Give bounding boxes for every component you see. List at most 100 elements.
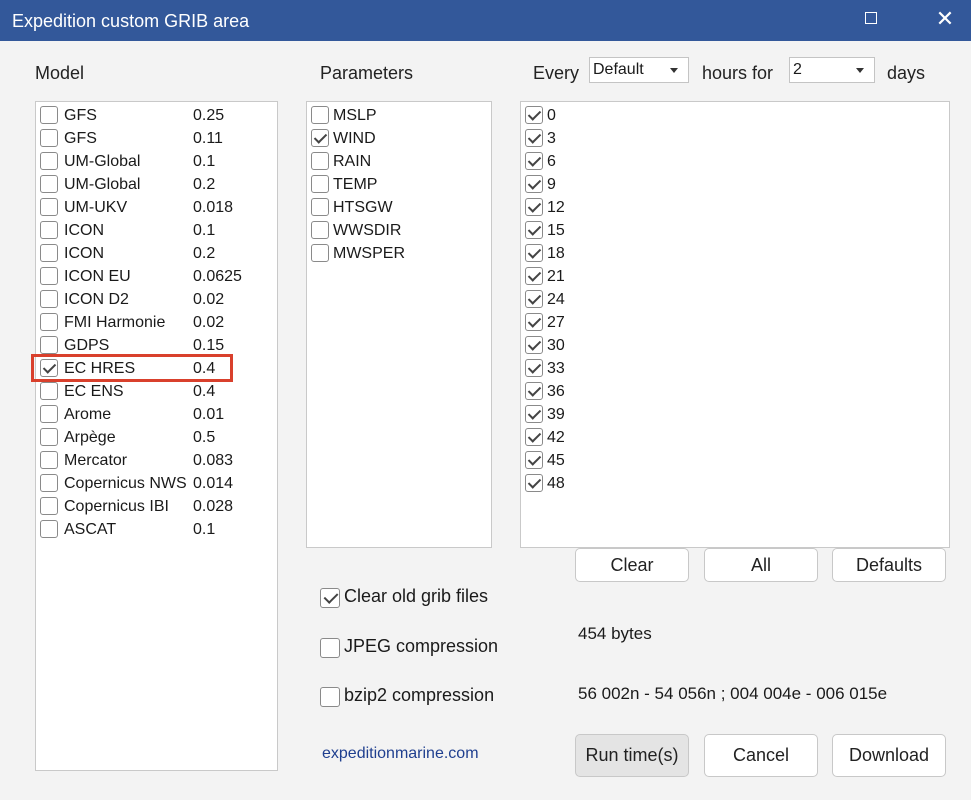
parameter-list-item[interactable]: TEMP xyxy=(307,173,491,196)
parameter-list-item-checkbox[interactable] xyxy=(311,244,329,262)
model-list-item[interactable]: Arome 0.01 xyxy=(36,403,277,426)
model-list-item[interactable]: ICON 0.2 xyxy=(36,242,277,265)
forecast-hour-item[interactable]: 3 xyxy=(521,127,949,150)
jpeg-compression-checkbox[interactable] xyxy=(320,638,340,658)
model-list[interactable]: GFS 0.25 GFS 0.11 UM-Global 0.1 UM-Global 0.2 UM… xyxy=(35,101,278,771)
forecast-hour-item[interactable]: 24 xyxy=(521,288,949,311)
model-list-item-checkbox[interactable] xyxy=(40,152,58,170)
model-list-item[interactable]: EC ENS 0.4 xyxy=(36,380,277,403)
parameter-list-item-checkbox[interactable] xyxy=(311,198,329,216)
model-list-item[interactable]: ICON 0.1 xyxy=(36,219,277,242)
forecast-hour-item-checkbox[interactable] xyxy=(525,267,543,285)
parameter-list-item[interactable]: HTSGW xyxy=(307,196,491,219)
forecast-hour-item[interactable]: 27 xyxy=(521,311,949,334)
jpeg-compression-option[interactable]: JPEG compression xyxy=(320,636,540,660)
forecast-hour-item-checkbox[interactable] xyxy=(525,175,543,193)
forecast-hour-item[interactable]: 12 xyxy=(521,196,949,219)
model-list-item-checkbox[interactable] xyxy=(40,198,58,216)
forecast-hour-item[interactable]: 15 xyxy=(521,219,949,242)
forecast-hour-item-checkbox[interactable] xyxy=(525,405,543,423)
model-list-item-checkbox[interactable] xyxy=(40,336,58,354)
model-list-item[interactable]: UM-Global 0.1 xyxy=(36,150,277,173)
parameter-list-item-checkbox[interactable] xyxy=(311,152,329,170)
parameters-list[interactable]: MSLP WIND RAIN TEMP HTSGW WWSDIR MWSPER xyxy=(306,101,492,548)
forecast-hour-item[interactable]: 30 xyxy=(521,334,949,357)
parameter-list-item[interactable]: MSLP xyxy=(307,104,491,127)
forecast-hours-list[interactable]: 0 3 6 9 12 15 18 21 24 27 30 33 36 39 42 45 48 xyxy=(520,101,950,548)
forecast-hour-item[interactable]: 39 xyxy=(521,403,949,426)
days-select[interactable]: 2 xyxy=(789,57,875,83)
forecast-hour-item-checkbox[interactable] xyxy=(525,244,543,262)
clear-button[interactable]: Clear xyxy=(575,548,689,582)
run-times-button[interactable]: Run time(s) xyxy=(575,734,689,777)
model-list-item[interactable]: UM-UKV 0.018 xyxy=(36,196,277,219)
model-list-item-checkbox[interactable] xyxy=(40,474,58,492)
model-list-item-checkbox[interactable] xyxy=(40,267,58,285)
forecast-hour-item[interactable]: 45 xyxy=(521,449,949,472)
model-list-item-checkbox[interactable] xyxy=(40,106,58,124)
forecast-hour-item[interactable]: 18 xyxy=(521,242,949,265)
forecast-hour-item-checkbox[interactable] xyxy=(525,106,543,124)
model-list-item-checkbox[interactable] xyxy=(40,221,58,239)
model-list-item[interactable]: ICON EU 0.0625 xyxy=(36,265,277,288)
forecast-hour-item[interactable]: 48 xyxy=(521,472,949,495)
model-list-item-checkbox[interactable] xyxy=(40,451,58,469)
forecast-hour-item[interactable]: 6 xyxy=(521,150,949,173)
forecast-hour-item[interactable]: 9 xyxy=(521,173,949,196)
clear-old-grib-checkbox[interactable] xyxy=(320,588,340,608)
model-list-item-checkbox[interactable] xyxy=(40,244,58,262)
interval-select[interactable]: Default xyxy=(589,57,689,83)
model-list-item[interactable]: GFS 0.25 xyxy=(36,104,277,127)
bzip2-compression-option[interactable]: bzip2 compression xyxy=(320,685,540,709)
model-list-item-checkbox[interactable] xyxy=(40,520,58,538)
parameter-list-item[interactable]: WIND xyxy=(307,127,491,150)
parameter-list-item-checkbox[interactable] xyxy=(311,106,329,124)
model-list-item[interactable]: ASCAT 0.1 xyxy=(36,518,277,541)
model-list-item-checkbox[interactable] xyxy=(40,405,58,423)
all-button[interactable]: All xyxy=(704,548,818,582)
model-list-item[interactable]: Arpège 0.5 xyxy=(36,426,277,449)
forecast-hour-item-checkbox[interactable] xyxy=(525,129,543,147)
model-list-item-checkbox[interactable] xyxy=(40,129,58,147)
model-list-item[interactable]: Copernicus NWS 0.014 xyxy=(36,472,277,495)
forecast-hour-item[interactable]: 42 xyxy=(521,426,949,449)
model-list-item-checkbox[interactable] xyxy=(40,497,58,515)
forecast-hour-item[interactable]: 0 xyxy=(521,104,949,127)
model-list-item-checkbox[interactable] xyxy=(40,428,58,446)
model-list-item-checkbox[interactable] xyxy=(40,382,58,400)
clear-old-grib-option[interactable]: Clear old grib files xyxy=(320,586,540,610)
forecast-hour-item-checkbox[interactable] xyxy=(525,313,543,331)
model-list-item[interactable]: GFS 0.11 xyxy=(36,127,277,150)
model-list-item[interactable]: ICON D2 0.02 xyxy=(36,288,277,311)
parameter-list-item-checkbox[interactable] xyxy=(311,129,329,147)
model-list-item[interactable]: FMI Harmonie 0.02 xyxy=(36,311,277,334)
parameter-list-item[interactable]: MWSPER xyxy=(307,242,491,265)
forecast-hour-item[interactable]: 33 xyxy=(521,357,949,380)
forecast-hour-item-checkbox[interactable] xyxy=(525,290,543,308)
forecast-hour-item-checkbox[interactable] xyxy=(525,359,543,377)
model-list-item[interactable]: UM-Global 0.2 xyxy=(36,173,277,196)
defaults-button[interactable]: Defaults xyxy=(832,548,946,582)
forecast-hour-item[interactable]: 36 xyxy=(521,380,949,403)
forecast-hour-item-checkbox[interactable] xyxy=(525,152,543,170)
model-list-item-checkbox[interactable] xyxy=(40,290,58,308)
forecast-hour-item-checkbox[interactable] xyxy=(525,451,543,469)
website-link[interactable]: expeditionmarine.com xyxy=(322,745,479,763)
close-button[interactable]: ✕ xyxy=(925,4,965,34)
model-list-item-checkbox[interactable] xyxy=(40,175,58,193)
forecast-hour-item-checkbox[interactable] xyxy=(525,474,543,492)
forecast-hour-item-checkbox[interactable] xyxy=(525,221,543,239)
bzip2-compression-checkbox[interactable] xyxy=(320,687,340,707)
parameter-list-item-checkbox[interactable] xyxy=(311,221,329,239)
forecast-hour-item-checkbox[interactable] xyxy=(525,428,543,446)
forecast-hour-item[interactable]: 21 xyxy=(521,265,949,288)
model-list-item-checkbox[interactable] xyxy=(40,313,58,331)
parameter-list-item[interactable]: RAIN xyxy=(307,150,491,173)
forecast-hour-item-checkbox[interactable] xyxy=(525,336,543,354)
forecast-hour-item-checkbox[interactable] xyxy=(525,198,543,216)
parameter-list-item[interactable]: WWSDIR xyxy=(307,219,491,242)
cancel-button[interactable]: Cancel xyxy=(704,734,818,777)
parameter-list-item-checkbox[interactable] xyxy=(311,175,329,193)
maximize-button[interactable] xyxy=(851,4,891,34)
model-list-item[interactable]: Mercator 0.083 xyxy=(36,449,277,472)
